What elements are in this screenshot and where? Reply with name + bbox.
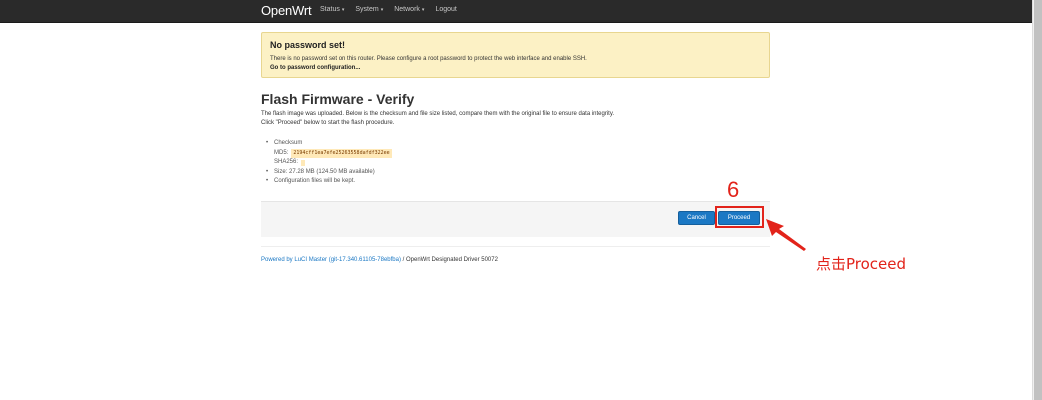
sha256-label: SHA256: [274, 159, 299, 165]
menu-logout[interactable]: Logout [435, 6, 456, 13]
md5-row: MD5: 2194cff1ea7efe25263558dafdf322ee [266, 148, 392, 158]
menu-system-label: System [355, 6, 379, 13]
bullet-icon: • [266, 178, 269, 184]
firmware-details: • Checksum MD5: 2194cff1ea7efe25263558da… [266, 139, 392, 187]
annotation-text: 点击Proceed [816, 255, 907, 273]
list-item: • Checksum [266, 139, 392, 149]
password-config-link[interactable]: Go to password configuration... [270, 64, 761, 73]
menu-network[interactable]: Network ▾ [394, 6, 424, 13]
luci-link[interactable]: Powered by LuCI Master (git-17.340.61105… [261, 257, 401, 263]
md5-value: 2194cff1ea7efe25263558dafdf322ee [291, 148, 392, 158]
cancel-button[interactable]: Cancel [678, 211, 715, 225]
description-line: Click "Proceed" below to start the flash… [261, 120, 395, 126]
list-item: • Size: 27.28 MB (124.50 MB available) [266, 168, 392, 178]
menu-system[interactable]: System ▾ [355, 6, 383, 13]
config-info: Configuration files will be kept. [274, 178, 356, 184]
list-item: • Configuration files will be kept. [266, 177, 392, 187]
bullet-icon: • [266, 168, 269, 175]
brand-logo[interactable]: OpenWrt [261, 3, 312, 18]
footer: Powered by LuCI Master (git-17.340.61105… [261, 257, 498, 263]
footer-divider [261, 246, 770, 247]
red-arrow-icon [766, 219, 806, 251]
page-title: Flash Firmware - Verify [261, 91, 415, 107]
scrollbar-thumb[interactable] [1034, 0, 1042, 400]
top-navbar: OpenWrt Status ▾ System ▾ Network ▾ Logo… [0, 0, 1032, 23]
checksum-label: Checksum [274, 140, 303, 146]
caret-down-icon: ▾ [421, 6, 425, 13]
step-number: 6 [727, 177, 740, 202]
sha256-row: SHA256: [266, 158, 392, 168]
alert-text: There is no password set on this router.… [270, 56, 587, 62]
description-line: The flash image was uploaded. Below is t… [261, 111, 615, 117]
menu-network-label: Network [394, 6, 420, 13]
vertical-scrollbar[interactable] [1032, 0, 1042, 400]
caret-down-icon: ▾ [341, 6, 345, 13]
main-menu: Status ▾ System ▾ Network ▾ Logout [320, 6, 468, 13]
no-password-alert: No password set! There is no password se… [261, 32, 770, 78]
caret-down-icon: ▾ [380, 6, 384, 13]
alert-title: No password set! [270, 40, 346, 50]
bullet-icon: • [266, 140, 269, 146]
menu-logout-label: Logout [435, 6, 457, 13]
proceed-highlight-box [715, 206, 764, 228]
footer-version: / OpenWrt Designated Driver 50072 [400, 257, 498, 263]
size-info: Size: 27.28 MB (124.50 MB available) [274, 168, 375, 175]
sha256-value [301, 159, 306, 166]
menu-status-label: Status [320, 6, 340, 13]
menu-status[interactable]: Status ▾ [320, 6, 344, 13]
page-description: The flash image was uploaded. Below is t… [261, 110, 614, 128]
md5-label: MD5: [274, 149, 289, 156]
